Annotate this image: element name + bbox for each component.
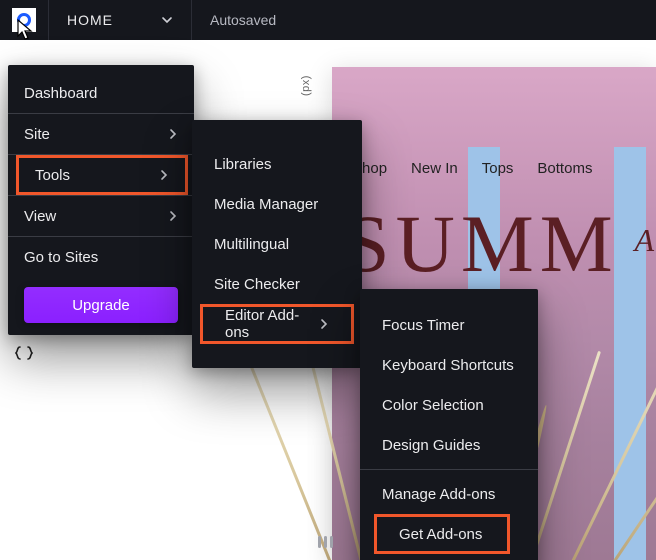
menu-item-view[interactable]: View (8, 196, 194, 236)
menu-item-focus-timer[interactable]: Focus Timer (360, 305, 538, 345)
tools-submenu: Libraries Media Manager Multilingual Sit… (192, 120, 362, 368)
menu-item-get-addons[interactable]: Get Add-ons (374, 514, 510, 554)
menu-item-label: Site (24, 126, 50, 143)
menu-item-media-manager[interactable]: Media Manager (192, 184, 362, 224)
code-braces-icon[interactable] (14, 345, 34, 368)
preview-nav: Shop New In Tops Bottoms (332, 160, 656, 177)
editor-addons-submenu: Focus Timer Keyboard Shortcuts Color Sel… (360, 289, 538, 560)
menu-item-tools[interactable]: Tools (16, 155, 188, 195)
menu-item-label: Design Guides (382, 437, 480, 454)
upgrade-button[interactable]: Upgrade (24, 287, 178, 323)
menu-item-dashboard[interactable]: Dashboard (8, 73, 194, 113)
home-dropdown-menu: Dashboard Site Tools View Go to Sites Up… (8, 65, 194, 335)
menu-item-label: View (24, 208, 56, 225)
preview-nav-item[interactable]: Bottoms (537, 160, 592, 177)
menu-item-keyboard-shortcuts[interactable]: Keyboard Shortcuts (360, 345, 538, 385)
menu-item-label: Focus Timer (382, 317, 465, 334)
upgrade-button-label: Upgrade (72, 297, 130, 314)
preview-headline: SUMM (344, 197, 619, 291)
menu-item-label: Media Manager (214, 196, 318, 213)
preview-decor-column (614, 147, 646, 560)
menu-item-label: Manage Add-ons (382, 486, 495, 503)
menu-item-site-checker[interactable]: Site Checker (192, 264, 362, 304)
save-status-label: Autosaved (210, 12, 276, 28)
chevron-right-icon (168, 128, 178, 140)
menu-item-libraries[interactable]: Libraries (192, 144, 362, 184)
unit-label: (px) (300, 75, 312, 96)
menu-item-label: Dashboard (24, 85, 97, 102)
logo-slot[interactable] (0, 0, 48, 40)
menu-separator (360, 469, 538, 470)
preview-flowy-letter: A (634, 222, 654, 259)
menu-item-label: Libraries (214, 156, 272, 173)
menu-home-label: HOME (67, 12, 113, 28)
chevron-right-icon (168, 210, 178, 222)
menu-item-label: Keyboard Shortcuts (382, 357, 514, 374)
menu-item-label: Multilingual (214, 236, 289, 253)
menu-item-label: Tools (35, 167, 70, 184)
preview-nav-item[interactable]: Tops (482, 160, 514, 177)
save-status: Autosaved (192, 0, 656, 40)
menu-item-color-selection[interactable]: Color Selection (360, 385, 538, 425)
menu-home[interactable]: HOME (49, 0, 191, 40)
menu-item-label: Go to Sites (24, 249, 98, 266)
menu-item-site[interactable]: Site (8, 114, 194, 154)
menu-item-label: Editor Add-ons (225, 307, 319, 341)
menu-item-label: Site Checker (214, 276, 300, 293)
upgrade-wrap: Upgrade (8, 277, 194, 327)
menu-item-multilingual[interactable]: Multilingual (192, 224, 362, 264)
menu-item-label: Color Selection (382, 397, 484, 414)
logo-icon (12, 8, 36, 32)
chevron-right-icon (319, 318, 329, 330)
chevron-down-icon (161, 14, 173, 26)
top-bar: HOME Autosaved (0, 0, 656, 40)
preview-nav-item[interactable]: New In (411, 160, 458, 177)
menu-item-editor-addons[interactable]: Editor Add-ons (200, 304, 354, 344)
menu-item-manage-addons[interactable]: Manage Add-ons (360, 474, 538, 514)
menu-item-design-guides[interactable]: Design Guides (360, 425, 538, 465)
panel-resize-handle[interactable] (314, 538, 336, 546)
menu-item-label: Get Add-ons (399, 526, 482, 543)
chevron-right-icon (159, 169, 169, 181)
menu-item-go-to-sites[interactable]: Go to Sites (8, 237, 194, 277)
